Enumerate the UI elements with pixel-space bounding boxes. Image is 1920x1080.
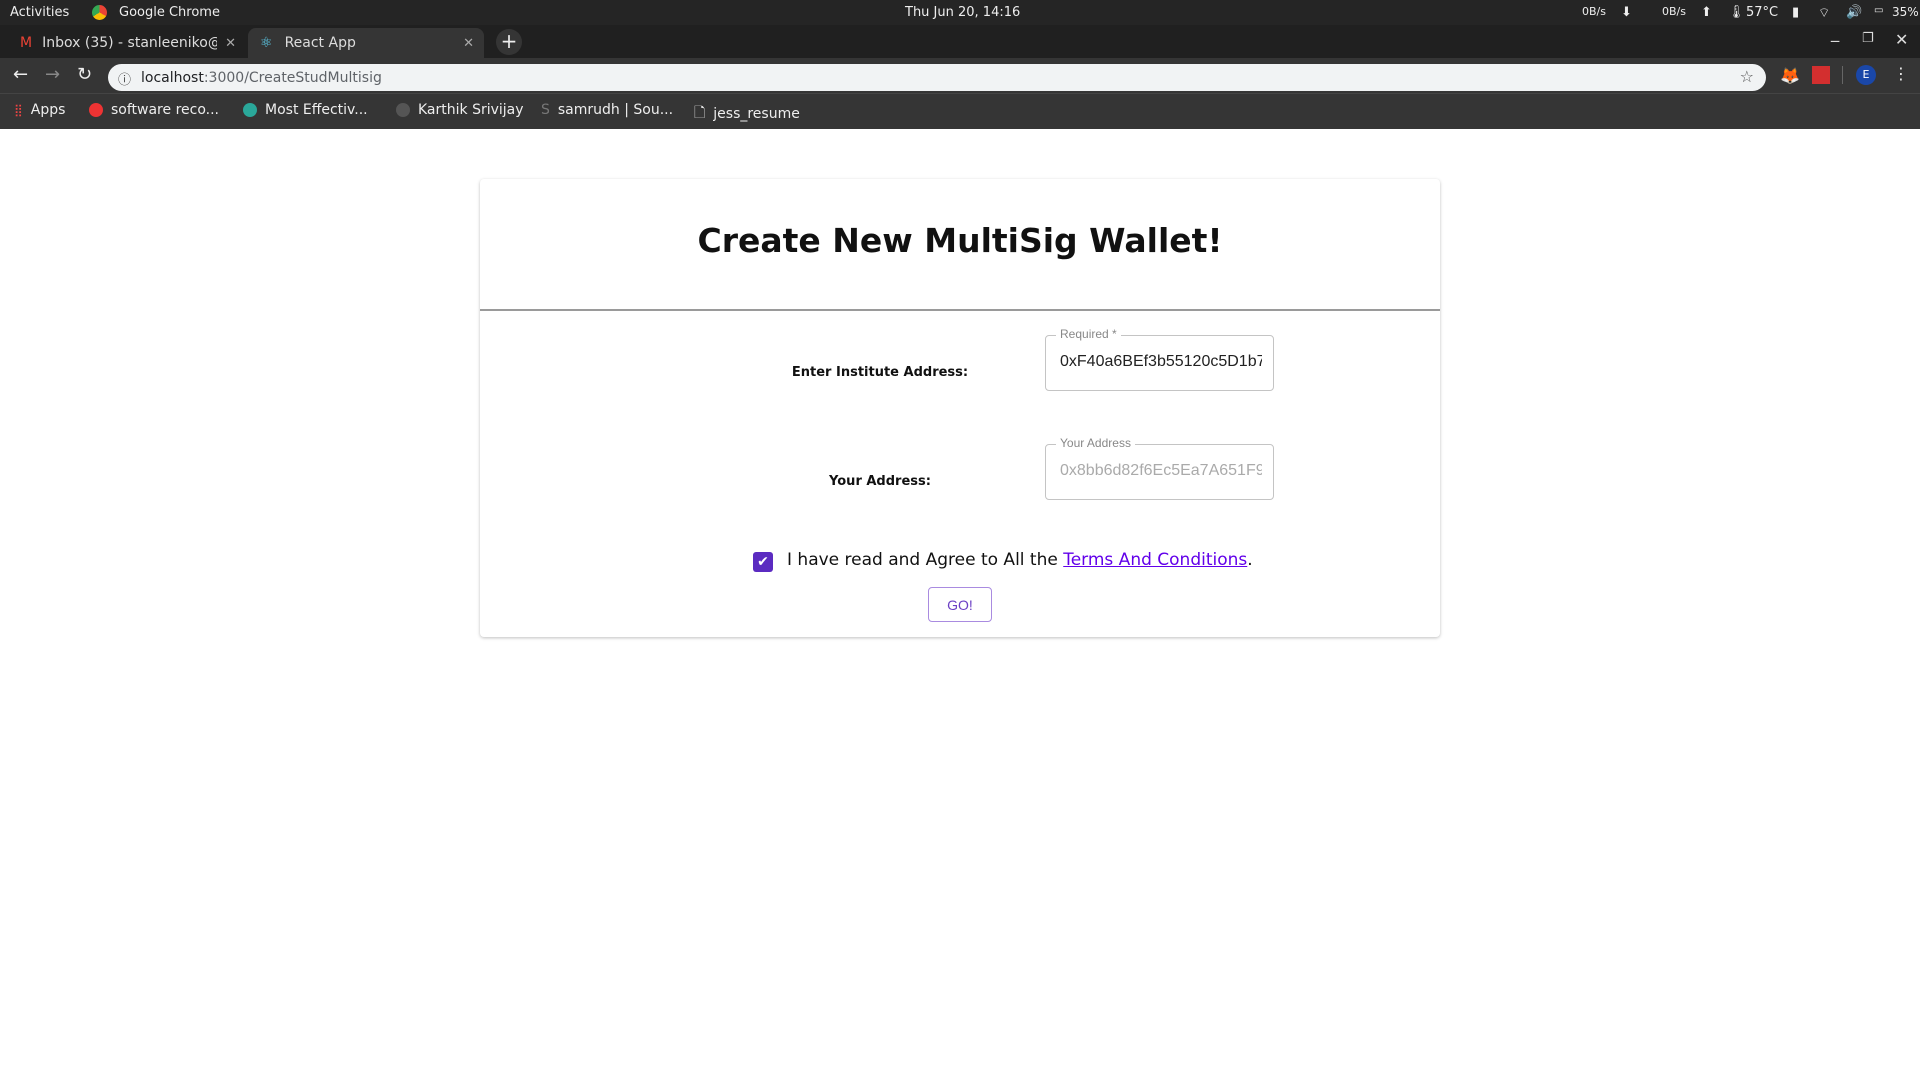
forward-button[interactable]: → (45, 64, 60, 85)
url-host: localhost (141, 69, 204, 86)
divider (480, 309, 1440, 311)
address-bar[interactable]: ⓘ localhost:3000/CreateStudMultisig ☆ (108, 64, 1766, 91)
restore-button[interactable]: ❐ (1862, 31, 1874, 46)
your-address-label: Your Address: (829, 474, 931, 489)
tab-inbox[interactable]: M Inbox (35) - stanleeniko@ ✕ (8, 28, 246, 58)
agree-checkbox[interactable]: ✔ (753, 552, 773, 572)
tab-label: React App (284, 35, 356, 51)
net-down: 0B/s (1582, 5, 1606, 18)
minimize-button[interactable]: ‒ (1830, 31, 1840, 50)
bookmark-label: Karthik Srivijay (418, 102, 524, 118)
bookmark-software[interactable]: software reco... (89, 102, 219, 118)
go-button[interactable]: GO! (928, 587, 992, 622)
bookmark-label: Most Effectiv... (265, 102, 368, 118)
battery-icon: ▭ (1874, 5, 1884, 16)
reload-button[interactable]: ↻ (77, 64, 92, 85)
back-button[interactable]: ← (13, 64, 28, 85)
document-icon: 🗋 (694, 105, 706, 121)
wifi-icon[interactable]: ⌔ (1818, 5, 1830, 21)
bookmark-apps[interactable]: ⣿ Apps (14, 102, 65, 118)
tab-react-app[interactable]: ⚛ React App ✕ (248, 28, 484, 58)
app-name: Google Chrome (119, 5, 220, 20)
bookmark-samrudh[interactable]: Ssamrudh | Sou... (541, 102, 673, 118)
profile-avatar[interactable]: E (1856, 65, 1876, 85)
clock[interactable]: Thu Jun 20, 14:16 (905, 5, 1020, 20)
extension-icon[interactable] (1812, 66, 1830, 84)
activities-button[interactable]: Activities (10, 5, 69, 20)
gmail-icon: M (20, 35, 33, 51)
field-value: 0x8bb6d82f6Ec5Ea7A651F9 (1060, 462, 1262, 479)
apps-grid-icon: ⣿ (14, 103, 23, 117)
close-window-button[interactable]: ✕ (1895, 30, 1908, 49)
ask-icon (89, 103, 103, 117)
temperature: 57°C (1746, 5, 1779, 20)
bookmarks-bar: ⣿ Apps software reco... Most Effectiv... … (0, 93, 1920, 129)
toolbar-divider (1842, 66, 1843, 84)
browser-toolbar: ← → ↻ ⓘ localhost:3000/CreateStudMultisi… (0, 58, 1920, 93)
tab-label: Inbox (35) - stanleeniko@ (42, 35, 218, 51)
institute-address-label: Enter Institute Address: (791, 365, 969, 380)
react-icon: ⚛ (260, 35, 273, 51)
gear-logo-icon (243, 103, 257, 117)
battery-level: 35% (1892, 5, 1919, 19)
volume-icon[interactable]: 🔊 (1846, 5, 1862, 20)
arrow-up-icon: ⬆ (1701, 5, 1712, 20)
agree-label: I have read and Agree to All the (787, 550, 1064, 570)
institute-address-input[interactable]: Required * 0xF40a6BEf3b55120c5D1b7 (1045, 327, 1274, 391)
bookmark-most-effective[interactable]: Most Effectiv... (243, 102, 368, 118)
info-icon: ⓘ (118, 73, 132, 88)
s-logo-icon: S (541, 102, 550, 118)
dropbox-icon: ▮ (1792, 5, 1800, 20)
create-wallet-card: Create New MultiSig Wallet! Enter Instit… (480, 179, 1440, 637)
bookmark-karthik[interactable]: Karthik Srivijay (396, 102, 524, 118)
close-tab-icon[interactable]: ✕ (225, 36, 236, 51)
terms-link[interactable]: Terms And Conditions (1063, 550, 1247, 570)
field-legend: Required * (1056, 327, 1121, 341)
url-path: :3000/CreateStudMultisig (203, 69, 382, 86)
page-title: Create New MultiSig Wallet! (697, 221, 1223, 260)
bookmark-label: jess_resume (713, 106, 800, 122)
bookmark-label: software reco... (111, 102, 220, 118)
agree-end: . (1247, 550, 1253, 570)
field-value: 0xF40a6BEf3b55120c5D1b7 (1060, 353, 1262, 370)
net-up: 0B/s (1662, 5, 1686, 18)
new-tab-button[interactable]: + (496, 29, 522, 55)
bookmark-jess-resume[interactable]: 🗋 jess_resume (694, 102, 800, 126)
chrome-icon (92, 5, 107, 20)
tab-strip: M Inbox (35) - stanleeniko@ ✕ ⚛ React Ap… (0, 25, 1920, 58)
thermometer-icon: 🌡 (1728, 5, 1745, 20)
bookmark-label: Apps (30, 102, 66, 118)
bookmark-label: samrudh | Sou... (557, 102, 674, 118)
arrow-down-icon: ⬇ (1621, 5, 1632, 20)
bookmark-star-icon[interactable]: ☆ (1740, 67, 1754, 86)
checkmark-icon: ✔ (757, 554, 769, 570)
system-top-bar: Activities Google Chrome Thu Jun 20, 14:… (0, 0, 1920, 25)
menu-icon[interactable]: ⋮ (1893, 64, 1909, 83)
brain-icon (396, 103, 410, 117)
field-legend: Your Address (1056, 436, 1135, 450)
metamask-icon[interactable]: 🦊 (1780, 66, 1800, 85)
agree-text: I have read and Agree to All the Terms A… (787, 550, 1253, 570)
your-address-input[interactable]: Your Address 0x8bb6d82f6Ec5Ea7A651F9 (1045, 436, 1274, 500)
close-tab-icon[interactable]: ✕ (463, 36, 474, 51)
